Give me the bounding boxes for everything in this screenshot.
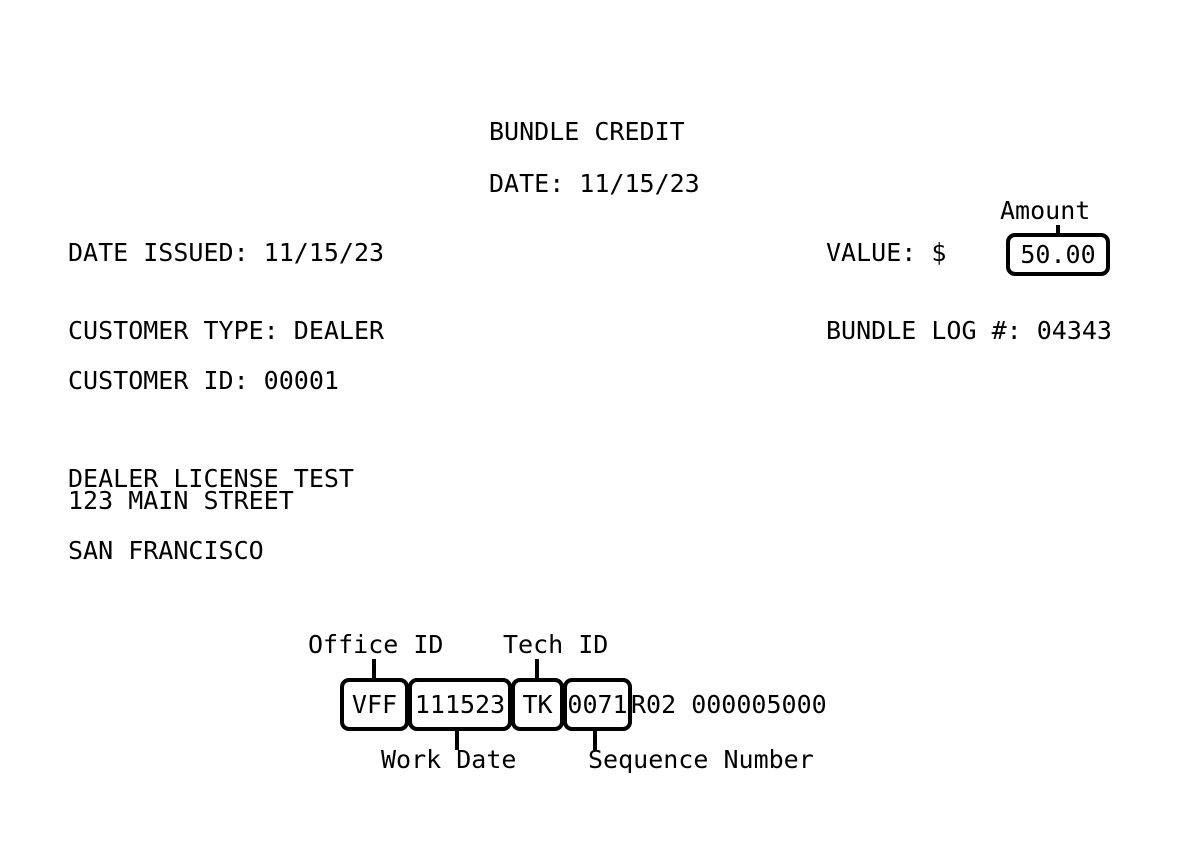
annotation-amount-label: Amount — [1000, 196, 1091, 225]
field-date-issued: DATE ISSUED: 11/15/23 — [68, 238, 385, 267]
code-segment-tail: R02 000005000 — [631, 690, 827, 719]
field-value: VALUE: $ — [826, 238, 947, 267]
annotation-sequence-number-label: Sequence Number — [588, 745, 814, 774]
field-bundle-log: BUNDLE LOG #: 04343 — [826, 316, 1112, 345]
annotation-tech-id-label: Tech ID — [503, 630, 609, 659]
code-segment-sequence-number: 0071 — [563, 678, 632, 731]
address-name-street: DEALER LICENSE TEST 123 MAIN STREET — [68, 464, 354, 515]
leader-line-tech-id — [535, 659, 539, 680]
code-segment-tech-id: TK — [511, 678, 564, 731]
receipt-document: BUNDLE CREDIT DATE: 11/15/23 DATE ISSUED… — [0, 0, 1177, 845]
code-segment-office-id: VFF — [340, 678, 409, 731]
field-customer-id: CUSTOMER ID: 00001 — [68, 366, 339, 395]
annotation-work-date-label: Work Date — [381, 745, 517, 774]
leader-line-office-id — [372, 659, 376, 680]
highlighted-amount-value: 50.00 — [1006, 233, 1110, 276]
document-date: DATE: 11/15/23 — [489, 169, 700, 198]
code-segment-work-date: 111523 — [408, 678, 512, 731]
field-customer-type: CUSTOMER TYPE: DEALER — [68, 316, 385, 345]
document-title: BUNDLE CREDIT — [489, 117, 685, 146]
address-city: SAN FRANCISCO — [68, 536, 264, 565]
annotation-office-id-label: Office ID — [308, 630, 444, 659]
